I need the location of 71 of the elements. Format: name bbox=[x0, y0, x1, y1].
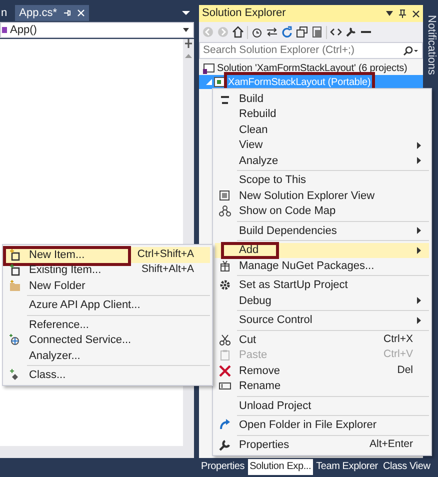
panel-tab[interactable]: Solution Exp... bbox=[248, 458, 314, 474]
close-icon[interactable] bbox=[412, 10, 420, 18]
refresh-icon[interactable] bbox=[281, 26, 293, 38]
x-mark-icon bbox=[219, 364, 231, 377]
menu-item[interactable]: Analyze bbox=[215, 153, 429, 168]
rename-icon bbox=[219, 380, 231, 392]
dropdown-icon[interactable] bbox=[386, 11, 393, 16]
expanded-icon[interactable] bbox=[206, 79, 212, 85]
code-icon[interactable] bbox=[330, 26, 342, 38]
window-icon bbox=[219, 190, 231, 202]
member-dropdown[interactable]: App() bbox=[0, 22, 194, 38]
show-files-icon[interactable] bbox=[311, 26, 323, 38]
menu-item[interactable]: New Solution Explorer View bbox=[215, 188, 429, 204]
menu-item[interactable]: Unload Project bbox=[215, 398, 429, 414]
pin-icon[interactable] bbox=[399, 9, 406, 18]
wrench-icon bbox=[219, 438, 231, 451]
menu-item[interactable]: Analyzer... bbox=[5, 348, 210, 364]
menu-item[interactable]: Open Folder in File Explorer bbox=[215, 418, 429, 433]
menu-item[interactable]: Connected Service... bbox=[5, 332, 210, 348]
panel-title-bar: Solution Explorer bbox=[199, 5, 423, 22]
menu-item[interactable]: Scope to This bbox=[215, 172, 429, 188]
menu-item[interactable]: View bbox=[215, 138, 429, 153]
dropdown-icon[interactable] bbox=[182, 10, 190, 16]
search-icon[interactable] bbox=[403, 46, 419, 56]
collapse-icon[interactable] bbox=[296, 26, 308, 38]
panel-tab[interactable]: Team Explorer bbox=[314, 458, 380, 474]
home-icon[interactable] bbox=[232, 26, 244, 38]
diagram-icon bbox=[219, 205, 231, 218]
solution-icon bbox=[203, 62, 215, 74]
search-field[interactable]: Search Solution Explorer (Ctrl+;) bbox=[199, 42, 423, 59]
menu-item[interactable]: Clean bbox=[215, 122, 429, 138]
panel-tab[interactable]: Properties bbox=[199, 458, 247, 474]
package-icon bbox=[219, 260, 231, 272]
wrench-icon[interactable] bbox=[345, 26, 357, 38]
menu-item[interactable]: Rebuild bbox=[215, 106, 429, 122]
menu-item[interactable]: Cut Ctrl+X bbox=[215, 332, 429, 348]
panel-tab[interactable]: Class View bbox=[380, 458, 432, 474]
menu-item[interactable]: Reference... bbox=[5, 317, 210, 332]
menu-item[interactable]: Azure API App Client... bbox=[5, 298, 210, 313]
menu-item[interactable]: Rename bbox=[215, 378, 429, 394]
menu-item[interactable]: Add bbox=[215, 242, 429, 258]
menu-item[interactable]: Remove Del bbox=[215, 363, 429, 378]
class-icon bbox=[9, 369, 21, 382]
sync-icon[interactable] bbox=[266, 26, 278, 38]
service-icon bbox=[9, 334, 21, 346]
menu-item[interactable]: Debug bbox=[215, 293, 429, 308]
tree-item[interactable]: Solution 'XamFormStackLayout' (6 projects) bbox=[199, 61, 423, 75]
history-icon[interactable] bbox=[251, 26, 263, 38]
menu-item[interactable]: Class... bbox=[5, 368, 210, 383]
clipboard-icon bbox=[219, 349, 231, 362]
menu-item[interactable]: Build bbox=[215, 91, 429, 106]
scroll-up-icon bbox=[185, 54, 192, 58]
menu-item[interactable]: Source Control bbox=[215, 312, 429, 328]
folder-icon bbox=[9, 280, 21, 292]
menu-item[interactable]: Show on Code Map bbox=[215, 204, 429, 219]
file-tab[interactable]: n bbox=[0, 5, 12, 21]
settings-icon bbox=[219, 279, 231, 292]
horizontal-scrollbar[interactable] bbox=[0, 446, 194, 458]
curved-arrow-icon bbox=[219, 419, 231, 432]
menu-item[interactable]: Manage NuGet Packages... bbox=[215, 258, 429, 274]
menu-item[interactable]: Existing Item... Shift+Alt+A bbox=[5, 262, 210, 278]
scissors-icon bbox=[219, 334, 231, 346]
existing-item-icon bbox=[9, 264, 21, 276]
menu-item[interactable]: Set as StartUp Project bbox=[215, 278, 429, 293]
new-item-icon bbox=[9, 248, 21, 261]
split-icon bbox=[184, 39, 193, 48]
menu-item[interactable]: New Folder bbox=[5, 278, 210, 294]
caret-icon bbox=[183, 28, 189, 32]
menu-item[interactable]: Build Dependencies bbox=[215, 223, 429, 238]
method-icon bbox=[2, 26, 7, 34]
menu-item[interactable]: Properties Alt+Enter bbox=[215, 437, 429, 452]
